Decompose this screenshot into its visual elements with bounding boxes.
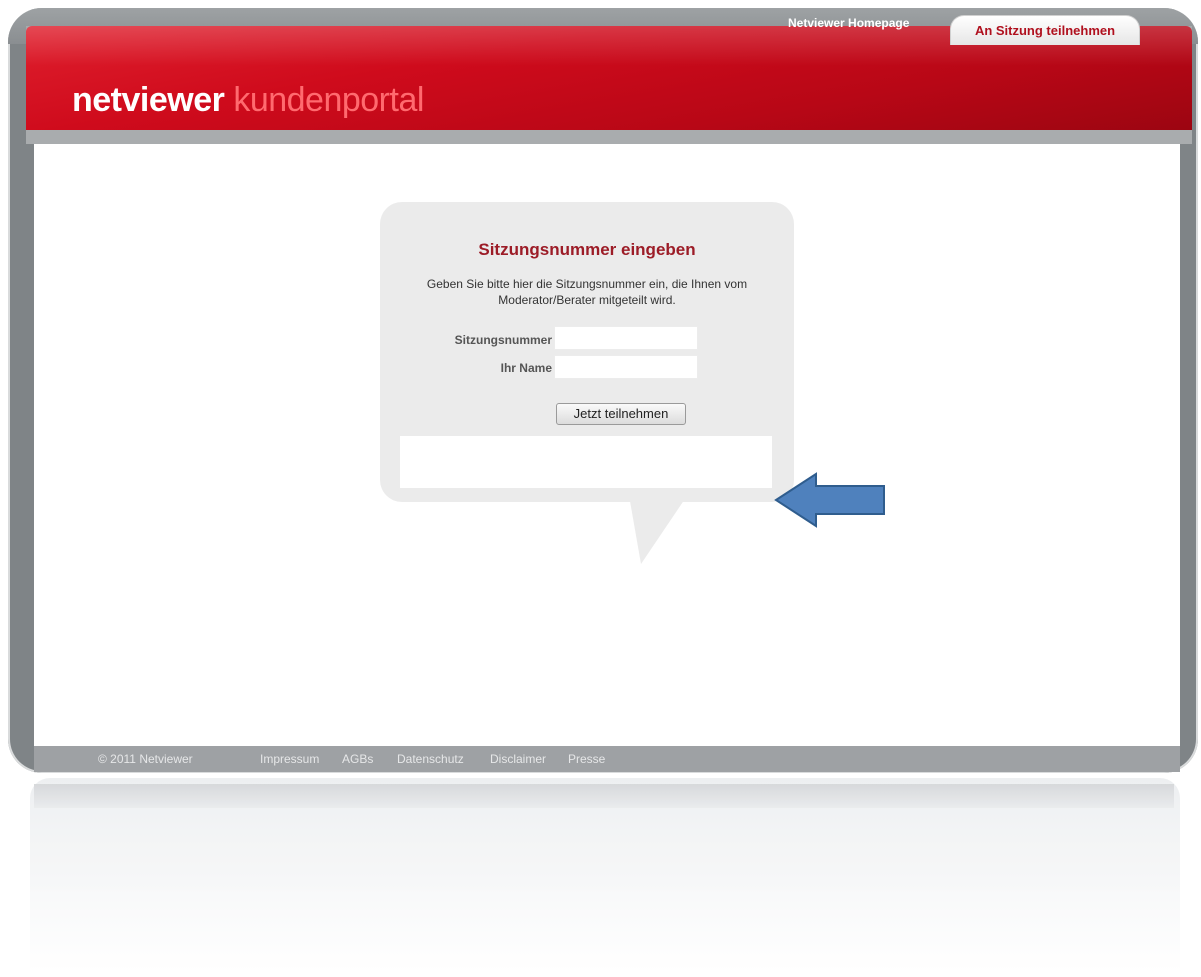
footer-link-impressum[interactable]: Impressum (260, 746, 319, 772)
left-arrow-icon (774, 472, 885, 528)
logo-primary: netviewer (72, 81, 225, 119)
form-title: Sitzungsnummer eingeben (478, 240, 696, 259)
reflection-bar (34, 784, 1174, 808)
footer: © 2011 Netviewer Impressum AGBs Datensch… (34, 746, 1180, 772)
join-now-button[interactable]: Jetzt teilnehmen (556, 403, 686, 425)
session-number-input[interactable] (554, 326, 698, 350)
header-divider (26, 130, 1192, 144)
session-number-label: Sitzungsnummer (454, 333, 552, 347)
tab-join-session[interactable]: An Sitzung teilnehmen (950, 15, 1140, 45)
footer-link-datenschutz[interactable]: Datenschutz (397, 746, 464, 772)
footer-link-disclaimer[interactable]: Disclaimer (490, 746, 546, 772)
footer-link-presse[interactable]: Presse (568, 746, 605, 772)
logo: netviewer kundenportal (72, 80, 424, 120)
copyright: © 2011 Netviewer (98, 752, 193, 766)
reflection (30, 778, 1180, 973)
form-description: Geben Sie bitte hier die Sitzungsnummer … (426, 277, 748, 307)
name-label: Ihr Name (500, 361, 552, 375)
message-area (400, 436, 772, 488)
footer-link-agbs[interactable]: AGBs (342, 746, 373, 772)
name-input[interactable] (554, 355, 698, 379)
main-content: Sitzungsnummer eingeben Geben Sie bitte … (34, 144, 1180, 746)
logo-secondary: kundenportal (233, 81, 424, 119)
homepage-link[interactable]: Netviewer Homepage (788, 16, 909, 30)
